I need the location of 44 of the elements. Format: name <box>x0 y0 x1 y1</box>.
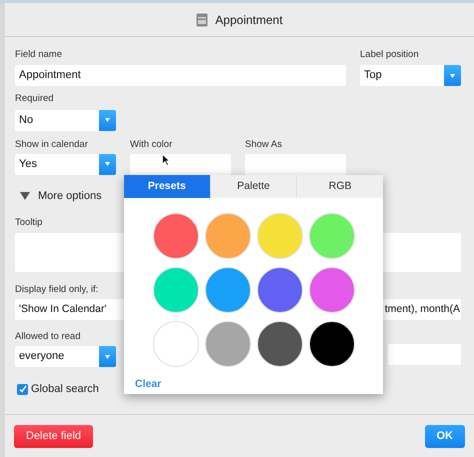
color-swatch[interactable] <box>204 213 250 259</box>
tab[interactable]: Palette <box>210 175 296 198</box>
tab[interactable]: Presets <box>124 175 210 198</box>
text-field[interactable]: Appointment <box>15 65 346 86</box>
field-label: Field name <box>15 48 63 62</box>
text-field[interactable] <box>245 154 346 175</box>
color-swatch[interactable] <box>256 267 302 313</box>
triangle-icon[interactable] <box>20 192 30 200</box>
field-label: With color <box>130 138 174 152</box>
window-title: Appointment <box>215 12 283 28</box>
window-icon <box>196 12 208 26</box>
color-swatch[interactable] <box>152 267 198 313</box>
field-label: Required <box>15 92 55 106</box>
caret-icon <box>105 118 110 122</box>
color-swatch[interactable] <box>308 321 354 367</box>
color-swatch[interactable] <box>256 213 302 259</box>
text-field[interactable] <box>388 344 461 365</box>
color-swatch[interactable] <box>204 267 250 313</box>
field-label: Label position <box>360 48 420 62</box>
field-label: Tooltip <box>15 216 44 230</box>
cursor-icon <box>162 154 170 166</box>
field-label: Show As <box>245 138 283 152</box>
dropdown[interactable]: Top <box>360 65 461 86</box>
checkbox-label[interactable]: Global search <box>31 381 99 398</box>
field-label: Allowed to read <box>15 330 82 344</box>
color-swatch[interactable] <box>152 321 198 367</box>
color-swatch[interactable] <box>308 267 354 313</box>
field-label: Show in calendar <box>15 138 89 152</box>
field-label: Display field only, if: <box>15 282 100 296</box>
color-swatch[interactable] <box>204 321 250 367</box>
dropdown[interactable]: No <box>15 110 116 130</box>
caret-icon <box>105 162 110 166</box>
delete-button[interactable]: Delete field <box>14 424 94 448</box>
caret-icon <box>450 74 455 78</box>
color-swatch[interactable] <box>152 213 198 259</box>
checkbox[interactable] <box>17 384 28 395</box>
expander-label[interactable]: More options <box>38 188 102 204</box>
caret-icon <box>105 354 110 358</box>
color-swatch[interactable] <box>256 321 302 367</box>
dropdown[interactable]: Yes <box>15 154 116 175</box>
dropdown[interactable]: everyone <box>15 346 116 367</box>
tab[interactable]: RGB <box>296 175 384 198</box>
color-swatch[interactable] <box>308 213 354 259</box>
color-field[interactable] <box>130 154 231 175</box>
